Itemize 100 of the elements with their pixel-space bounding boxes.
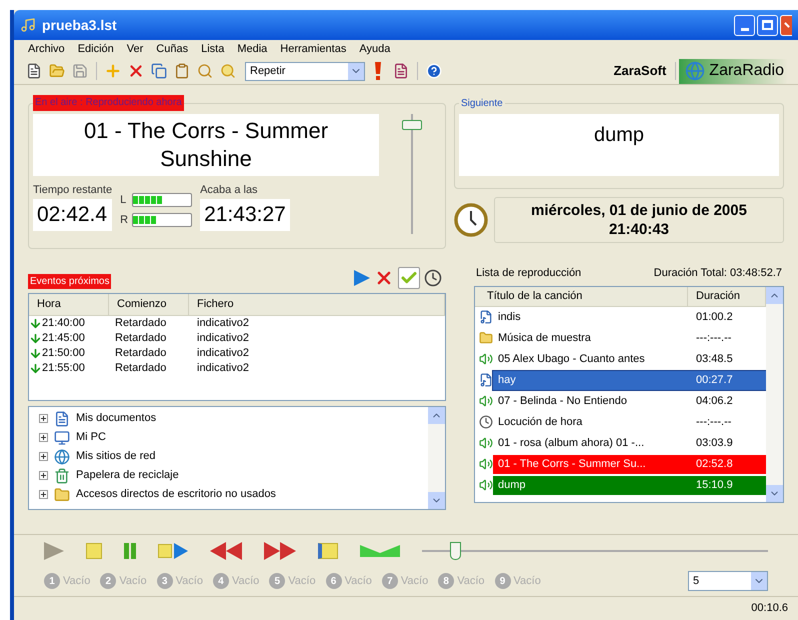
event-row[interactable]: 21:55:00 Retardado indicativo2 — [29, 361, 445, 376]
pause-button[interactable] — [124, 542, 136, 558]
documents-icon — [54, 410, 70, 426]
playlist-row[interactable]: 01 - The Corrs - Summer Su... 02:52.8 — [493, 454, 766, 474]
tree-item[interactable]: Mis sitios de red — [76, 448, 156, 465]
brand-link[interactable]: ZaraSoft — [608, 61, 672, 81]
clock-icon — [479, 415, 493, 429]
close-button[interactable] — [780, 14, 792, 36]
minimize-button[interactable] — [734, 14, 755, 36]
table-cell-text: 02:52.8 — [695, 456, 734, 472]
table-cell-text: 04:06.2 — [695, 394, 734, 409]
product-link[interactable]: ZaraRadio — [679, 58, 788, 84]
column-header[interactable]: Comienzo — [109, 294, 189, 315]
trash-icon — [54, 468, 70, 484]
ends-label: Acaba a las — [200, 183, 259, 198]
end-time: 21:43:27 — [200, 198, 290, 230]
playlist-row[interactable]: dump 15:10.9 — [493, 476, 766, 494]
menu-item[interactable]: Ayuda — [359, 40, 390, 58]
table-cell-text: 21:45:00 — [42, 331, 85, 346]
table-cell-text: 01 - The Corrs - Summer Su... — [497, 456, 647, 472]
table-cell-text: hay — [497, 372, 517, 388]
app-icon — [20, 17, 36, 33]
table-cell-text: 01:00.2 — [695, 310, 734, 325]
event-row[interactable]: 21:45:00 Retardado indicativo2 — [29, 331, 445, 346]
maximize-button[interactable] — [757, 14, 778, 36]
table-cell-text: dump — [497, 478, 527, 493]
clock-icon — [454, 203, 488, 237]
speaker-icon — [479, 394, 493, 408]
globe-icon — [685, 61, 706, 81]
cue-button[interactable] — [318, 542, 338, 558]
table-cell-text: 03:48.5 — [695, 352, 734, 367]
table-cell-text: Retardado — [114, 331, 168, 346]
table-cell-text: 21:40:00 — [42, 316, 85, 332]
tree-item[interactable]: Papelera de reciclaje — [76, 467, 179, 484]
arrow-down-icon — [29, 347, 42, 360]
window-title: prueba3.lst — [42, 16, 117, 35]
table-cell-text: indicativo2 — [196, 316, 249, 332]
position-thumb[interactable] — [450, 542, 461, 560]
playlist-label: Lista de reproducción — [476, 266, 582, 281]
table-cell-text: indicativo2 — [196, 361, 249, 376]
tree-item[interactable]: Mis documentos — [76, 410, 156, 427]
menu-item[interactable]: Ver — [126, 40, 144, 58]
table-cell-text: 21:50:00 — [42, 346, 85, 362]
now-playing-display: 01 - The Corrs - Summer Sunshine — [33, 114, 379, 176]
scrollbar[interactable] — [428, 407, 445, 509]
expand-toggle[interactable] — [39, 433, 48, 442]
cart-count-select[interactable]: 5 — [688, 571, 768, 591]
event-row[interactable]: 21:40:00 Retardado indicativo2 — [29, 316, 445, 331]
speaker-icon — [479, 478, 493, 492]
on-air-label: En el aire : Reproduciendo ahora — [33, 95, 184, 111]
help-icon[interactable] — [424, 61, 444, 81]
column-header[interactable]: Título de la canción — [475, 286, 688, 306]
table-cell-text: Retardado — [114, 316, 168, 332]
table-cell-text: Locución de hora — [497, 414, 584, 430]
file-icon — [479, 310, 493, 324]
event-row[interactable]: 21:50:00 Retardado indicativo2 — [29, 346, 445, 361]
arrow-down-icon — [29, 362, 42, 375]
table-cell-text: indicativo2 — [196, 331, 249, 346]
clock-icon[interactable] — [424, 269, 442, 287]
fast-forward-button[interactable] — [264, 542, 296, 560]
position-slider[interactable] — [422, 540, 768, 560]
menu-item[interactable]: Cuñas — [156, 40, 188, 58]
menu-item[interactable]: Media — [237, 40, 268, 58]
menu-item[interactable]: Archivo — [28, 40, 65, 58]
table-cell-text: 00:27.7 — [695, 372, 734, 388]
table-cell-text: 15:10.9 — [695, 478, 734, 493]
rewind-button[interactable] — [210, 542, 242, 560]
tree-item[interactable]: Accesos directos de escritorio no usados — [76, 486, 276, 503]
expand-toggle[interactable] — [39, 414, 48, 423]
mode-select[interactable]: Repetir — [245, 62, 365, 80]
column-header[interactable]: Hora — [29, 294, 109, 315]
copy-icon[interactable] — [149, 61, 169, 81]
stop-and-play-button[interactable] — [158, 542, 188, 558]
channel-label: L — [120, 192, 128, 208]
speaker-icon — [479, 352, 493, 366]
next-label: Siguiente — [459, 96, 505, 111]
menu-item[interactable]: Herramientas — [280, 40, 346, 58]
remaining-label: Tiempo restante — [33, 183, 112, 198]
table-cell-text: Retardado — [114, 361, 168, 376]
file-icon — [479, 373, 493, 387]
column-header[interactable]: Fichero — [189, 294, 445, 315]
table-cell-text: 21:55:00 — [42, 361, 85, 376]
table-cell-text: indis — [497, 310, 522, 325]
expand-toggle[interactable] — [39, 471, 48, 480]
volume-thumb[interactable] — [402, 120, 422, 130]
arrow-down-icon — [29, 317, 42, 330]
table-cell-text: ---:---.-- — [695, 330, 732, 346]
check-button[interactable] — [398, 267, 420, 289]
menu-item[interactable]: Edición — [78, 40, 114, 58]
expand-toggle[interactable] — [39, 490, 48, 499]
speaker-icon — [479, 436, 493, 450]
scrollbar[interactable] — [766, 286, 783, 502]
table-cell-text: Música de muestra — [497, 330, 592, 346]
speaker-icon — [479, 457, 493, 471]
menu-item[interactable]: Lista — [201, 40, 224, 58]
time-text: 21:40:43 — [608, 220, 670, 239]
tree-item[interactable]: Mi PC — [76, 429, 106, 446]
playlist-row[interactable]: hay 00:27.7 — [493, 370, 766, 390]
folder-icon — [54, 486, 70, 502]
expand-toggle[interactable] — [39, 452, 48, 461]
